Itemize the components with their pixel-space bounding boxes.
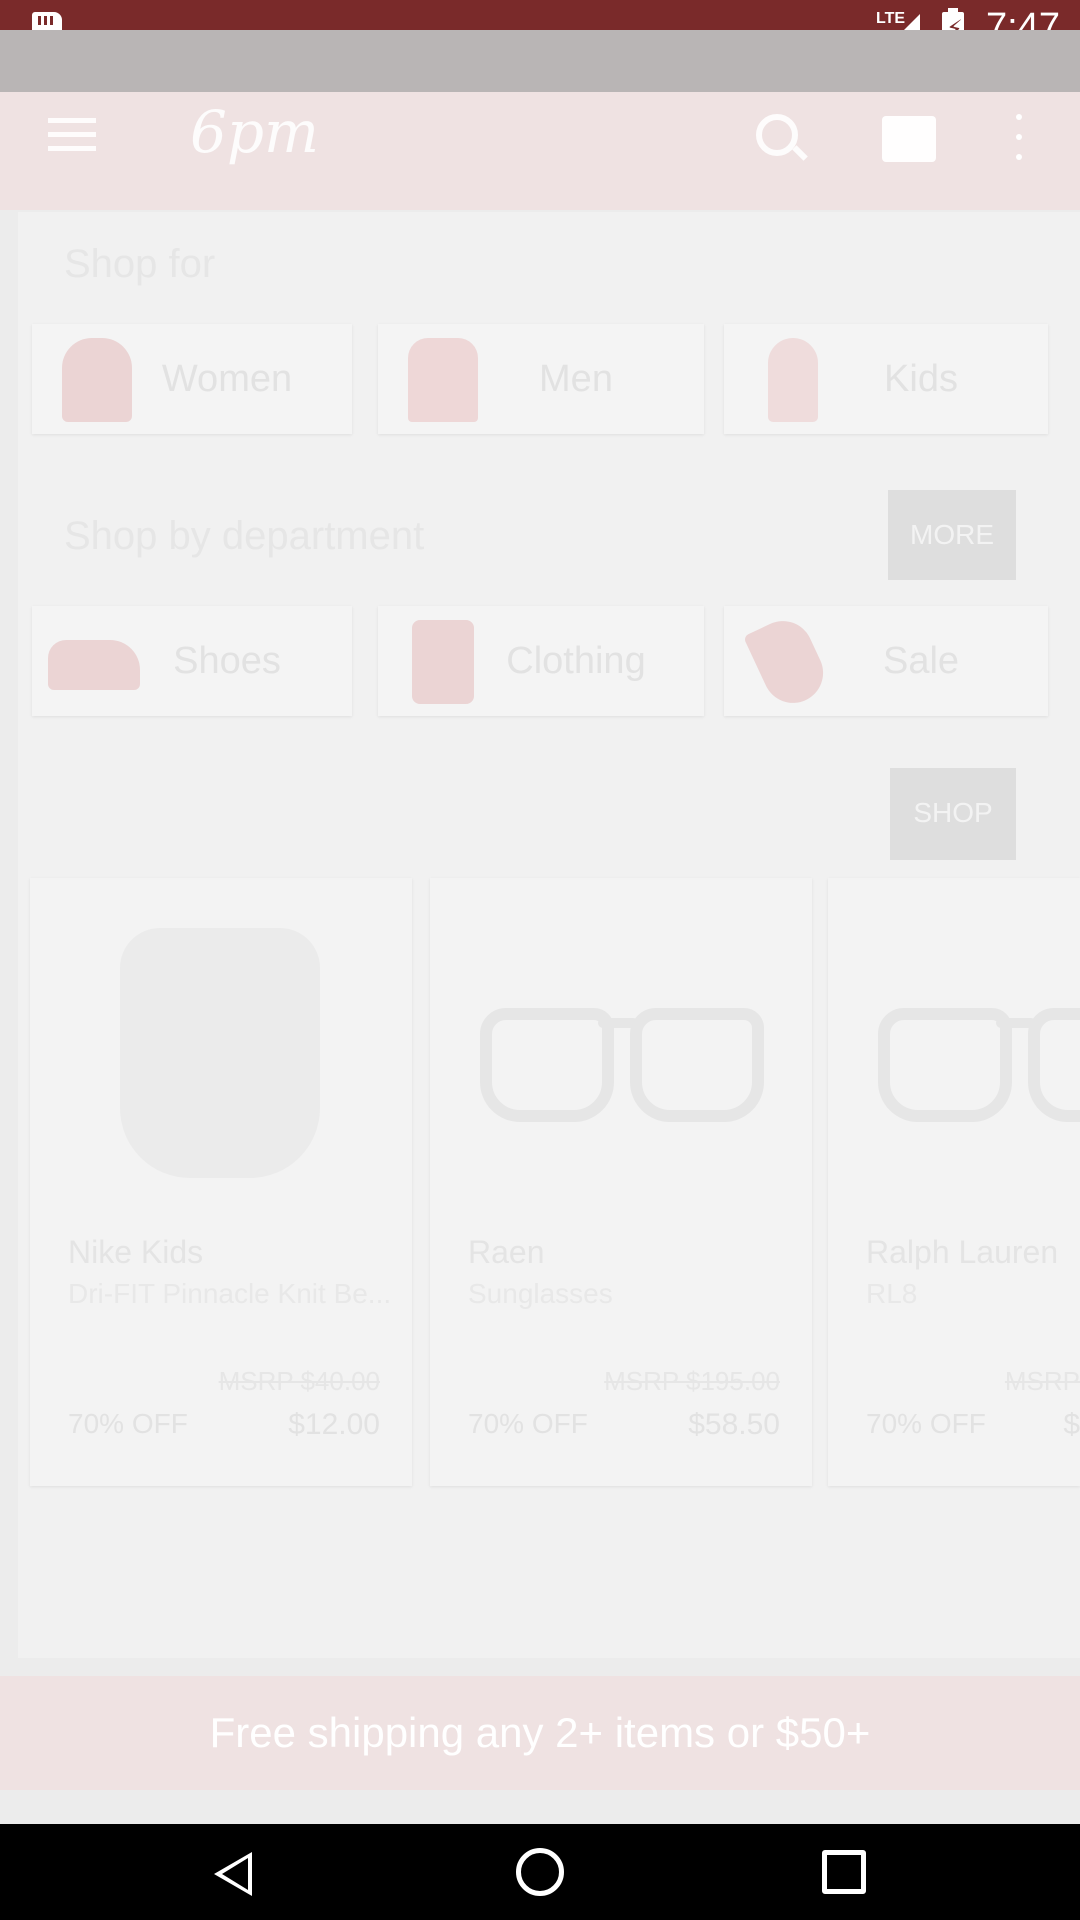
shop-for-women[interactable]: Women — [32, 324, 352, 434]
product-discount: 70% OFF — [866, 1408, 986, 1439]
department-clothing[interactable]: Clothing — [378, 606, 704, 716]
more-button[interactable]: MORE — [888, 490, 1016, 580]
product-card[interactable]: Nike Kids Dri-FIT Pinnacle Knit Be... MS… — [30, 878, 412, 1486]
product-price: $58.50 — [688, 1408, 780, 1441]
overflow-menu-icon[interactable] — [1016, 114, 1022, 166]
scrim — [0, 30, 1080, 92]
product-brand: Nike Kids — [68, 1234, 204, 1270]
product-image — [868, 928, 1080, 1198]
shop-for-kids[interactable]: Kids — [724, 324, 1048, 434]
free-shipping-banner[interactable]: Free shipping any 2+ items or $50+ — [0, 1676, 1080, 1790]
product-price: $12.00 — [288, 1408, 380, 1441]
shop-for-men[interactable]: Men — [378, 324, 704, 434]
back-icon[interactable] — [214, 1852, 252, 1896]
shop-for-label: Kids — [884, 358, 958, 400]
product-name: Sunglasses — [468, 1278, 613, 1309]
product-brand: Raen — [468, 1234, 545, 1270]
shop-for-label: Men — [539, 358, 613, 400]
product-card[interactable]: Raen Sunglasses MSRP $195.00 70% OFF $58… — [430, 878, 812, 1486]
department-label: Clothing — [506, 640, 646, 682]
navigation-bar — [0, 1824, 1080, 1920]
search-icon[interactable] — [756, 114, 798, 156]
product-discount: 70% OFF — [468, 1408, 588, 1439]
product-image — [470, 928, 770, 1198]
product-card[interactable]: Ralph Lauren RL8 MSRP 70% OFF $ — [828, 878, 1080, 1486]
cart-icon[interactable] — [882, 116, 936, 162]
shop-for-title: Shop for — [64, 242, 216, 286]
product-image — [70, 928, 370, 1198]
product-original-price: MSRP $40.00 — [218, 1366, 380, 1396]
department-label: Sale — [882, 640, 960, 682]
product-discount: 70% OFF — [68, 1408, 188, 1439]
shop-for-label: Women — [161, 358, 293, 400]
app-logo[interactable]: 6pm — [190, 98, 319, 166]
menu-icon[interactable] — [48, 118, 96, 152]
shop-by-department-title: Shop by department — [64, 514, 425, 558]
product-original-price: MSRP — [1004, 1366, 1080, 1396]
department-sale[interactable]: Sale — [724, 606, 1048, 716]
product-price: $ — [1063, 1408, 1080, 1441]
home-icon[interactable] — [516, 1848, 564, 1896]
product-name: Dri-FIT Pinnacle Knit Be... — [68, 1278, 392, 1309]
department-label: Shoes — [173, 640, 281, 682]
product-name: RL8 — [866, 1278, 918, 1309]
product-original-price: MSRP $195.00 — [604, 1366, 780, 1396]
banner-text: Free shipping any 2+ items or $50+ — [209, 1709, 871, 1756]
product-brand: Ralph Lauren — [866, 1234, 1059, 1270]
department-shoes[interactable]: Shoes — [32, 606, 352, 716]
shop-button[interactable]: SHOP — [890, 768, 1016, 860]
app-bar: 6pm — [0, 92, 1080, 210]
recent-apps-icon[interactable] — [822, 1850, 866, 1894]
status-bar: LTE ⚡ 7:47 — [0, 0, 1080, 50]
